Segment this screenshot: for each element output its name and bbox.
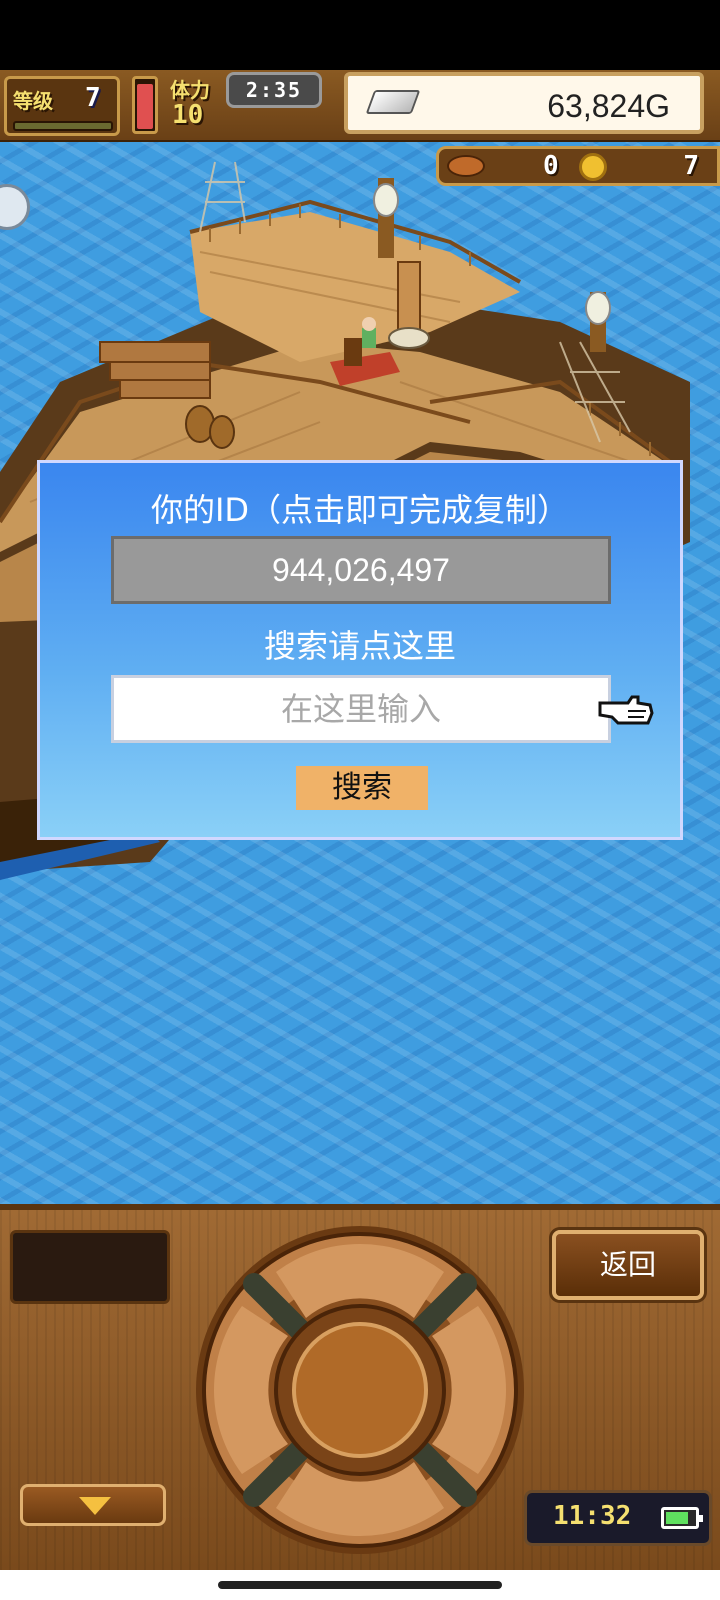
stamina-gauge-fill <box>137 83 153 129</box>
experience-bar <box>13 121 113 131</box>
gold-amount: 63,824G <box>547 88 670 124</box>
top-status-area <box>0 0 720 70</box>
search-input[interactable] <box>111 675 611 743</box>
medal-count: 7 <box>683 151 699 181</box>
collapse-button[interactable] <box>20 1484 166 1526</box>
device-clock: 11:32 <box>524 1490 712 1546</box>
device-time: 11:32 <box>553 1501 632 1531</box>
search-label: 搜索请点这里 <box>263 627 456 665</box>
down-arrow-icon <box>79 1497 111 1515</box>
back-button[interactable]: 返回 <box>552 1230 704 1300</box>
home-indicator <box>218 1581 502 1589</box>
battery-icon <box>661 1507 703 1529</box>
stamina-timer: 2:35 <box>226 72 322 108</box>
medal-icon <box>579 153 607 181</box>
stamina-label: 体力 <box>170 78 210 102</box>
gold-panel: 63,824G <box>344 72 704 134</box>
dialog-title: 你的ID（点击即可完成复制） <box>150 491 570 529</box>
stamina-value: 10 <box>172 100 204 130</box>
info-display <box>10 1230 170 1304</box>
silver-bar-icon <box>365 90 421 114</box>
resource-panel: 0 7 <box>436 146 720 186</box>
ship-wheel[interactable] <box>192 1222 528 1558</box>
level-label: 等级 <box>13 89 53 113</box>
battery-level <box>666 1512 689 1524</box>
level-panel: 等级 7 <box>4 76 120 136</box>
control-console: 返回 11:32 <box>0 1204 720 1570</box>
meat-icon <box>447 155 485 177</box>
user-id-copy-box[interactable]: 944,026,497 <box>111 536 611 604</box>
meat-count: 0 <box>543 151 559 181</box>
stamina-gauge <box>132 76 158 134</box>
pointer-hand-icon <box>598 695 654 725</box>
level-value: 7 <box>85 83 101 113</box>
friend-search-dialog: 你的ID（点击即可完成复制） 944,026,497 搜索请点这里 搜索 <box>37 460 683 840</box>
search-button[interactable]: 搜索 <box>296 766 428 810</box>
